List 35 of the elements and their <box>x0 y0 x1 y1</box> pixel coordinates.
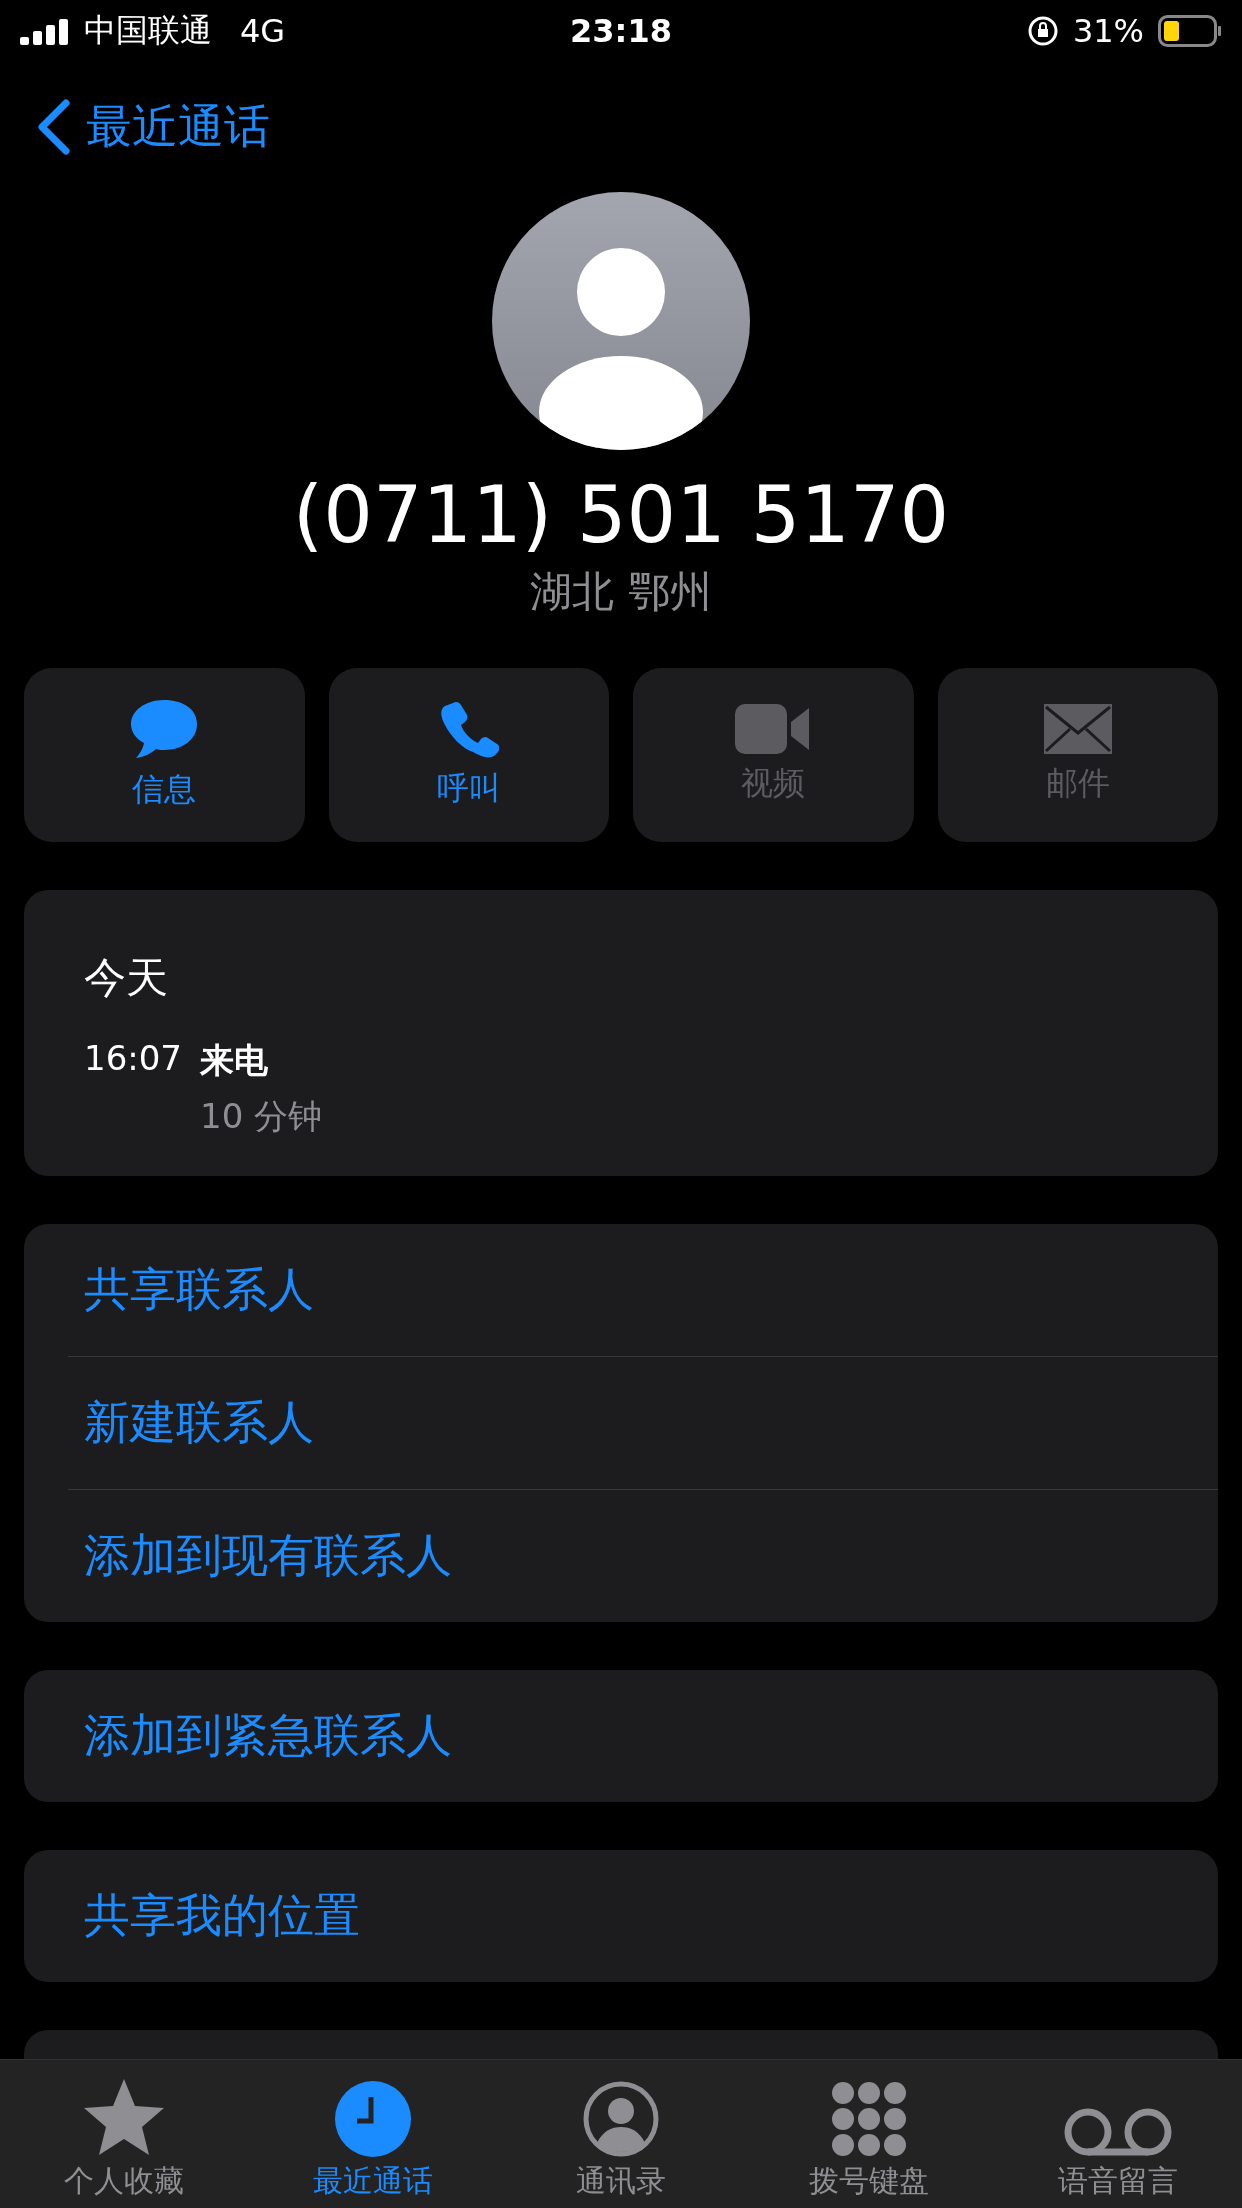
keypad-icon <box>831 2081 908 2157</box>
back-chevron-icon[interactable] <box>36 99 70 155</box>
tab[interactable]: 个人收藏 <box>0 2060 249 2208</box>
voicemail-icon <box>1062 2107 1173 2157</box>
message-button[interactable]: 信息 <box>24 668 305 842</box>
signal-icon <box>20 17 70 45</box>
tab[interactable]: 拨号键盘 <box>745 2060 994 2208</box>
rotation-lock-icon <box>1026 15 1059 47</box>
option-link[interactable]: 添加到紧急联系人 <box>84 1670 1218 1802</box>
video-camera-icon <box>735 704 812 754</box>
person-circle-icon <box>583 2081 659 2157</box>
tab[interactable]: 语音留言 <box>993 2060 1242 2208</box>
battery-percent: 31% <box>1072 12 1144 50</box>
call-time: 16:07 <box>84 1038 183 1080</box>
call-type: 来电 <box>200 1039 269 1082</box>
envelope-icon <box>1043 704 1112 754</box>
day-heading: 今天 <box>84 952 169 1004</box>
option-link[interactable]: 共享我的位置 <box>84 1850 1218 1982</box>
battery-icon <box>1158 15 1222 47</box>
clock-icon <box>334 2081 411 2157</box>
tab[interactable]: 通讯录 <box>496 2060 746 2208</box>
clock-time: 23:18 <box>570 12 672 50</box>
network-type: 4G <box>240 12 286 50</box>
option-link[interactable]: 新建联系人 <box>68 1356 1218 1489</box>
carrier-name: 中国联通 <box>84 10 212 51</box>
location-label: 湖北 鄂州 <box>530 566 712 618</box>
speech-bubble-icon <box>129 698 200 760</box>
call-button[interactable]: 呼叫 <box>328 668 609 842</box>
option-link[interactable]: 添加到现有联系人 <box>68 1489 1218 1622</box>
call-duration: 10 分钟 <box>200 1095 324 1138</box>
tab[interactable]: 最近通话 <box>248 2060 497 2208</box>
back-link[interactable]: 最近通话 <box>86 96 270 158</box>
phone-number: (0711) 501 5170 <box>292 470 950 560</box>
phone-icon <box>438 699 499 759</box>
option-link[interactable]: 共享联系人 <box>84 1224 1218 1356</box>
